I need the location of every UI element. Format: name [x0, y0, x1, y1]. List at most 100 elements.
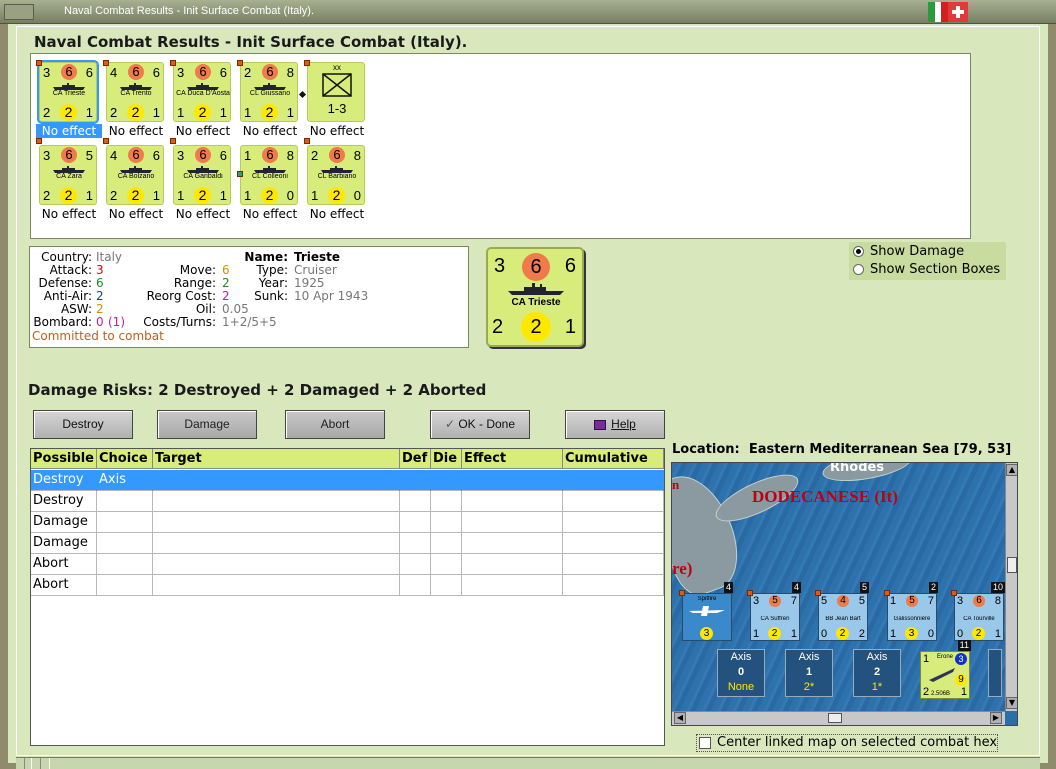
- help-button[interactable]: Help: [565, 410, 665, 439]
- unit-card[interactable]: 4 6 6 CA Trento 2 2 1 No effect: [103, 58, 169, 140]
- axis-box-partial[interactable]: [988, 649, 1002, 697]
- scroll-down-icon[interactable]: ▼: [1006, 697, 1017, 709]
- unit-attack: 2: [311, 148, 319, 163]
- status-marker-icon: [884, 590, 890, 596]
- show-damage-radio[interactable]: [853, 246, 864, 257]
- map-unit-asw: 2: [972, 627, 985, 640]
- horizontal-scroll-thumb[interactable]: [828, 713, 842, 723]
- table-cell: [462, 491, 563, 512]
- unit-counter[interactable]: 3 6 6 CA Duca D'Aosta 1 2 1: [173, 62, 231, 122]
- status-marker-icon: [103, 60, 109, 66]
- cruiser-icon: [53, 166, 85, 173]
- map-label-fragment: n: [672, 477, 680, 492]
- damage-button[interactable]: Damage: [157, 410, 257, 439]
- unit-range: 1: [219, 105, 227, 120]
- scroll-left-icon[interactable]: ◀: [674, 712, 686, 724]
- unit-card[interactable]: 3 6 6 CA Trieste 2 2 1 No effect: [36, 58, 102, 140]
- map-vertical-scrollbar[interactable]: ▲ ▼: [1005, 463, 1017, 711]
- status-marker-icon: [815, 590, 821, 596]
- unit-attack: 4: [110, 65, 118, 80]
- show-sections-radio[interactable]: [853, 264, 864, 275]
- axis-box[interactable]: Axis 1 2*: [785, 649, 833, 697]
- unit-card[interactable]: xx 1-3 No effect: [304, 58, 370, 140]
- cruiser-icon: [508, 283, 564, 295]
- unit-attack: 3: [43, 65, 51, 80]
- unit-counter[interactable]: 3 6 6 CA Garibaldi 1 2 1: [173, 145, 231, 205]
- center-map-checkbox[interactable]: [699, 736, 711, 749]
- type-label: Type:: [256, 263, 288, 277]
- scroll-up-icon[interactable]: ▲: [1006, 464, 1017, 476]
- table-row[interactable]: Abort: [31, 554, 664, 575]
- asw-label: ASW:: [60, 302, 92, 316]
- map-unit-asw: 3: [905, 627, 918, 640]
- map-unit-move: 7: [790, 595, 797, 607]
- unit-card[interactable]: 2 6 8 CL Barbiano 1 2 0 No effect: [304, 138, 370, 223]
- unit-asw: 2: [194, 187, 211, 204]
- unit-counter[interactable]: 2 6 8 CL Giussano 1 2 1: [240, 62, 298, 122]
- unit-counter[interactable]: 3 6 6 CA Trieste 2 2 1: [39, 62, 97, 122]
- map-unit-attack: 5: [821, 595, 828, 607]
- map-unit-counter[interactable]: 4 3 5 7 CA Suffren 1 2 1: [747, 582, 801, 641]
- table-cell: [462, 554, 563, 575]
- map-unit-counter[interactable]: 10 3 6 8 CA Tourville 0 2 1: [951, 582, 1005, 641]
- unit-counter[interactable]: 2 6 8 CL Barbiano 1 2 0: [307, 145, 365, 205]
- unit-counter[interactable]: xx 1-3: [307, 62, 365, 122]
- center-map-option[interactable]: Center linked map on selected combat hex: [696, 734, 998, 752]
- map-unit-counter[interactable]: 4 Spitfire 3: [679, 582, 733, 641]
- ok-done-button[interactable]: ✓ OK - Done: [430, 410, 530, 439]
- status-marker-icon: [304, 138, 310, 144]
- table-row[interactable]: Damage: [31, 533, 664, 554]
- unit-card[interactable]: 3 6 6 CA Garibaldi 1 2 1 No effect: [170, 138, 236, 223]
- axis-box[interactable]: Axis 0 None: [717, 649, 765, 697]
- bombard-value: 0: [96, 315, 104, 329]
- unit-aa: 2: [110, 105, 118, 120]
- unit-card[interactable]: 3 6 5 CA Zara 2 2 1 No effect: [36, 138, 102, 223]
- table-cell: [563, 575, 664, 596]
- unit-counter[interactable]: 4 6 6 CA Trento 2 2 1: [106, 62, 164, 122]
- unit-card[interactable]: 2 6 8 CL Giussano 1 2 1 No effect: [237, 58, 303, 140]
- unit-counter[interactable]: 1 6 8 CL Colleoni 1 2 0: [240, 145, 298, 205]
- scroll-right-icon[interactable]: ▶: [990, 712, 1002, 724]
- destroy-button[interactable]: Destroy: [33, 410, 133, 439]
- unit-move: 5: [85, 148, 93, 163]
- attack-value: 3: [96, 263, 104, 277]
- unit-counter[interactable]: 4 6 6 CA Bolzano 2 2 1: [106, 145, 164, 205]
- unit-card[interactable]: 3 6 6 CA Duca D'Aosta 1 2 1 No effect: [170, 58, 236, 140]
- table-row[interactable]: Destroy Axis: [31, 470, 664, 491]
- unit-name: CA Trento: [120, 90, 152, 97]
- unit-defense: 6: [61, 147, 77, 163]
- show-sections-option[interactable]: Show Section Boxes: [853, 262, 1000, 278]
- table-header-die: Die: [431, 449, 462, 469]
- window-titlebar[interactable]: Naval Combat Results - Init Surface Comb…: [0, 0, 1056, 24]
- vertical-scroll-thumb[interactable]: [1007, 557, 1017, 573]
- status-segment: [40, 758, 50, 769]
- unit-attack: 4: [110, 148, 118, 163]
- unit-card[interactable]: 4 6 6 CA Bolzano 2 2 1 No effect: [103, 138, 169, 223]
- map-unit-range: 0: [927, 628, 934, 640]
- map-horizontal-scrollbar[interactable]: ◀ ▶: [672, 711, 1005, 725]
- unit-card[interactable]: 1 6 8 CL Colleoni 1 2 0 No effect: [237, 141, 303, 223]
- show-damage-option[interactable]: Show Damage: [853, 244, 964, 260]
- unit-aa: 2: [110, 188, 118, 203]
- window-menu-icon[interactable]: [4, 4, 34, 20]
- reorg-value: 2: [222, 289, 230, 303]
- status-marker-icon: [304, 60, 310, 66]
- axis-box[interactable]: Axis 2 1*: [853, 649, 901, 697]
- map-unit-counter[interactable]: 2 1 5 7 Galissonnière 1 3 0: [884, 582, 938, 641]
- table-cell: [563, 491, 664, 512]
- linked-map[interactable]: Rhodes n DODECANESE (It) re) 4 Spitfire 3 4…: [671, 462, 1018, 726]
- unit-counter[interactable]: 3 6 5 CA Zara 2 2 1: [39, 145, 97, 205]
- table-row[interactable]: Damage: [31, 512, 664, 533]
- erone-counter[interactable]: 11 1 Erone 3 9 2 2.506B 1: [920, 640, 971, 699]
- abort-button[interactable]: Abort: [285, 410, 385, 439]
- table-header-cumulative: Cumulative: [563, 449, 664, 469]
- unit-range: 1: [85, 105, 93, 120]
- table-cell: [153, 575, 400, 596]
- table-row[interactable]: Abort: [31, 575, 664, 596]
- unit-name: CA Trieste: [52, 90, 86, 97]
- map-unit-counter[interactable]: 5 5 4 5 BB Jean Bart 0 2 2: [815, 582, 869, 641]
- checkmark-icon: ✓: [444, 417, 459, 431]
- unit-range: 0: [353, 188, 361, 203]
- table-row[interactable]: Destroy: [31, 491, 664, 512]
- status-marker-icon: [951, 590, 957, 596]
